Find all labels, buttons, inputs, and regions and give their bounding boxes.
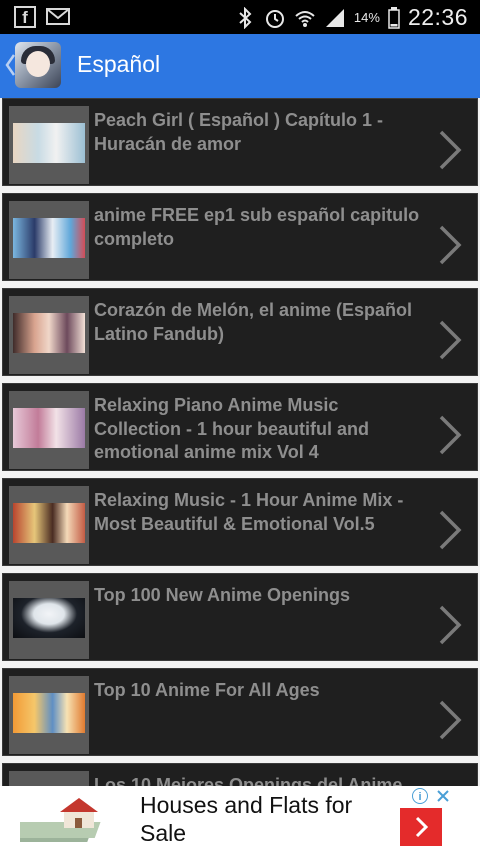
close-icon[interactable] xyxy=(436,789,450,803)
thumbnail xyxy=(9,106,89,184)
list-item[interactable]: Los 10 Mejores Openings del Anime xyxy=(2,763,478,786)
list-item-title: anime FREE ep1 sub español capitulo comp… xyxy=(94,205,420,249)
clock: 22:36 xyxy=(407,4,468,30)
thumbnail xyxy=(9,676,89,754)
video-list: Peach Girl ( Español ) Capítulo 1 - Hura… xyxy=(0,98,480,786)
thumbnail xyxy=(9,486,89,564)
chevron-right-icon xyxy=(439,510,462,550)
list-item-title: Relaxing Piano Anime Music Collection - … xyxy=(94,395,370,462)
list-item-title: Relaxing Music - 1 Hour Anime Mix - Most… xyxy=(94,490,404,534)
wifi-icon xyxy=(295,10,315,27)
thumbnail xyxy=(9,296,89,374)
mail-icon xyxy=(46,8,70,25)
facebook-icon: f xyxy=(14,6,36,28)
battery-icon xyxy=(388,6,400,29)
app-icon[interactable] xyxy=(15,42,61,88)
list-item[interactable]: Top 100 New Anime Openings xyxy=(2,573,478,661)
thumbnail xyxy=(9,581,89,659)
alarm-icon xyxy=(265,9,284,28)
chevron-right-icon xyxy=(439,130,462,170)
bluetooth-icon xyxy=(239,6,252,29)
list-item[interactable]: Relaxing Piano Anime Music Collection - … xyxy=(2,383,478,471)
chevron-right-icon xyxy=(415,816,429,838)
battery-percent: 14% xyxy=(353,10,380,25)
house-money-image xyxy=(20,798,101,842)
chevron-right-icon xyxy=(439,415,462,455)
thumbnail xyxy=(9,771,89,786)
list-item[interactable]: Relaxing Music - 1 Hour Anime Mix - Most… xyxy=(2,478,478,566)
chevron-right-icon xyxy=(439,700,462,740)
list-item-title: Peach Girl ( Español ) Capítulo 1 - Hura… xyxy=(94,110,384,154)
list-item-title: Corazón de Melón, el anime (Español Lati… xyxy=(94,300,413,344)
thumbnail xyxy=(9,201,89,279)
chevron-right-icon xyxy=(439,605,462,645)
list-item-title: Top 10 Anime For All Ages xyxy=(94,680,320,700)
list-item-title: Top 100 New Anime Openings xyxy=(94,585,351,605)
app-bar: Español xyxy=(0,34,480,98)
list-item[interactable]: Peach Girl ( Español ) Capítulo 1 - Hura… xyxy=(2,98,478,186)
chevron-right-icon xyxy=(439,225,462,265)
thumbnail xyxy=(9,391,89,469)
list-item[interactable]: Top 10 Anime For All Ages xyxy=(2,668,478,756)
page-title: Español xyxy=(77,51,161,77)
ad-info-icon[interactable]: i xyxy=(412,788,428,804)
signal-icon xyxy=(325,8,344,27)
status-bar: f 14% 22:36 xyxy=(0,0,480,34)
list-item-title: Los 10 Mejores Openings del Anime xyxy=(94,775,403,786)
ad-cta-button[interactable] xyxy=(400,808,442,846)
ad-headline: Houses and Flats for Sale xyxy=(140,792,353,846)
list-item[interactable]: Corazón de Melón, el anime (Español Lati… xyxy=(2,288,478,376)
ad-banner[interactable]: Houses and Flats for Sale i xyxy=(0,786,480,852)
chevron-right-icon xyxy=(439,320,462,360)
list-item[interactable]: anime FREE ep1 sub español capitulo comp… xyxy=(2,193,478,281)
